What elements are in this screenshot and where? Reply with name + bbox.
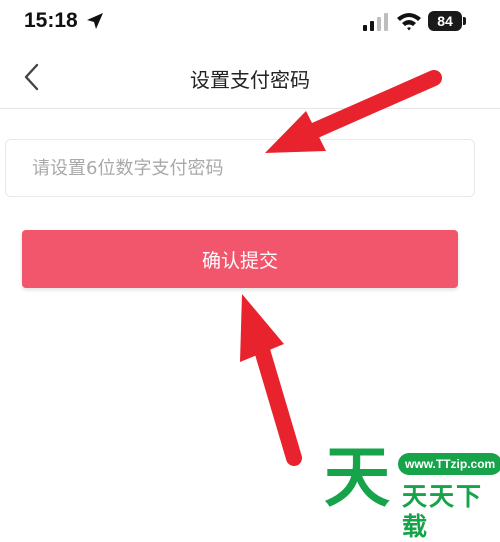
payment-password-input[interactable] (5, 139, 475, 197)
status-bar: 15:18 84 (0, 0, 500, 46)
watermark-logo: 天 www.TTzip.com 天天下载 (310, 439, 500, 541)
cellular-signal-icon (363, 13, 388, 31)
location-arrow-icon (87, 13, 103, 29)
watermark-name: 天天下载 (402, 482, 484, 541)
watermark-url: www.TTzip.com (398, 453, 500, 475)
wifi-icon (397, 13, 421, 31)
nav-bar: 设置支付密码 (0, 46, 500, 109)
confirm-submit-button[interactable]: 确认提交 (22, 230, 458, 288)
arrow-to-button (240, 294, 302, 466)
page-title: 设置支付密码 (190, 68, 310, 92)
watermark-logo-char: 天 (324, 439, 390, 516)
battery-tip (463, 17, 466, 25)
status-time: 15:18 (24, 9, 78, 32)
battery-icon: 84 (428, 11, 462, 31)
